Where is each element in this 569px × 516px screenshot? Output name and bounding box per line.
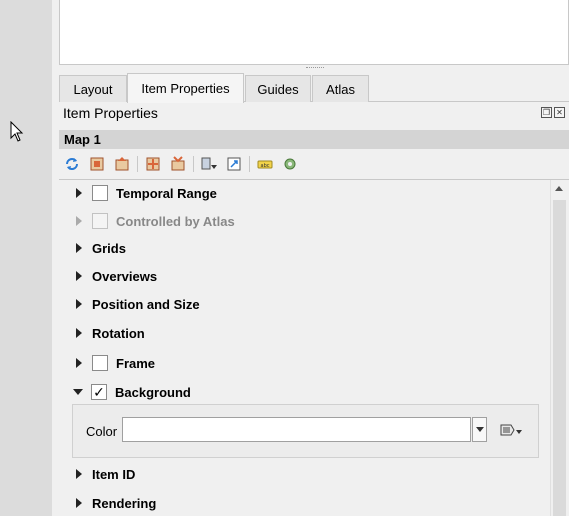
collapse-arrow-icon[interactable]	[73, 389, 83, 395]
set-extent-icon[interactable]	[88, 155, 106, 173]
float-icon[interactable]: ❐	[541, 107, 552, 118]
properties-scroll-area[interactable]: Temporal Range Controlled by Atlas Grids…	[59, 179, 569, 516]
zoom-layer-icon[interactable]	[225, 155, 243, 173]
expand-arrow-icon[interactable]	[76, 299, 82, 309]
tab-atlas[interactable]: Atlas	[312, 75, 369, 102]
dock-tabbar: Layout Item Properties Guides Atlas	[59, 73, 569, 103]
refresh-icon[interactable]	[63, 155, 81, 173]
section-grids[interactable]: Grids	[59, 238, 126, 258]
section-background[interactable]: ✓ Background	[59, 382, 191, 402]
section-label: Position and Size	[92, 296, 200, 312]
background-group: Color	[72, 404, 539, 458]
items-panel[interactable]	[59, 0, 569, 65]
expand-arrow-icon	[76, 216, 82, 226]
bookmark-icon[interactable]	[200, 155, 218, 173]
panel-splitter[interactable]	[52, 0, 58, 516]
color-label: Color	[86, 424, 118, 439]
close-icon[interactable]: ✕	[554, 107, 565, 118]
color-button[interactable]	[122, 417, 471, 442]
section-label: Temporal Range	[116, 185, 217, 201]
section-temporal-range[interactable]: Temporal Range	[59, 183, 217, 203]
dock-splitter-handle[interactable]	[306, 67, 324, 69]
layout-canvas[interactable]	[0, 0, 52, 516]
expand-arrow-icon[interactable]	[76, 271, 82, 281]
item-toolbar: abc	[63, 153, 306, 175]
data-defined-override-button[interactable]	[497, 419, 525, 441]
scroll-thumb[interactable]	[553, 200, 566, 516]
checkmark-icon: ✓	[93, 384, 105, 400]
section-label: Item ID	[92, 466, 136, 482]
section-label: Overviews	[92, 268, 158, 284]
frame-checkbox[interactable]	[92, 355, 108, 371]
expand-arrow-icon[interactable]	[76, 469, 82, 479]
toolbar-separator	[193, 156, 194, 172]
expand-arrow-icon[interactable]	[76, 498, 82, 508]
section-label: Grids	[92, 240, 126, 256]
tab-item-properties[interactable]: Item Properties	[127, 73, 244, 103]
section-rotation[interactable]: Rotation	[59, 323, 145, 343]
section-position-and-size[interactable]: Position and Size	[59, 294, 200, 314]
dock-title: Item Properties	[63, 105, 158, 121]
section-label: Controlled by Atlas	[116, 213, 235, 229]
move-content-icon[interactable]	[144, 155, 162, 173]
toolbar-separator	[137, 156, 138, 172]
section-frame[interactable]: Frame	[59, 353, 155, 373]
section-item-id[interactable]: Item ID	[59, 464, 135, 484]
section-label: Rendering	[92, 495, 157, 511]
label-settings-icon[interactable]: abc	[256, 155, 274, 173]
section-label: Background	[115, 384, 191, 400]
vertical-scrollbar[interactable]	[550, 180, 568, 516]
toolbar-separator	[249, 156, 250, 172]
tab-layout[interactable]: Layout	[59, 75, 127, 102]
controlled-by-atlas-checkbox	[92, 213, 108, 229]
expand-arrow-icon[interactable]	[76, 358, 82, 368]
color-dropdown-button[interactable]	[472, 417, 487, 442]
chevron-down-icon	[475, 427, 484, 432]
item-title: Map 1	[59, 130, 569, 149]
section-rendering[interactable]: Rendering	[59, 493, 156, 513]
svg-text:abc: abc	[261, 163, 270, 169]
view-extent-icon[interactable]	[113, 155, 131, 173]
section-label: Frame	[116, 355, 156, 371]
set-scale-icon[interactable]	[169, 155, 187, 173]
scroll-up-icon[interactable]	[555, 186, 563, 191]
expand-arrow-icon[interactable]	[76, 328, 82, 338]
section-label: Rotation	[92, 325, 145, 341]
mouse-pointer-icon	[10, 121, 24, 142]
expand-arrow-icon[interactable]	[76, 188, 82, 198]
temporal-range-checkbox[interactable]	[92, 185, 108, 201]
background-checkbox[interactable]: ✓	[91, 384, 107, 400]
tab-guides[interactable]: Guides	[245, 75, 311, 102]
expand-arrow-icon[interactable]	[76, 243, 82, 253]
section-controlled-by-atlas: Controlled by Atlas	[59, 211, 235, 231]
data-defined-icon	[500, 424, 522, 436]
section-overviews[interactable]: Overviews	[59, 266, 157, 286]
clipping-icon[interactable]	[281, 155, 299, 173]
